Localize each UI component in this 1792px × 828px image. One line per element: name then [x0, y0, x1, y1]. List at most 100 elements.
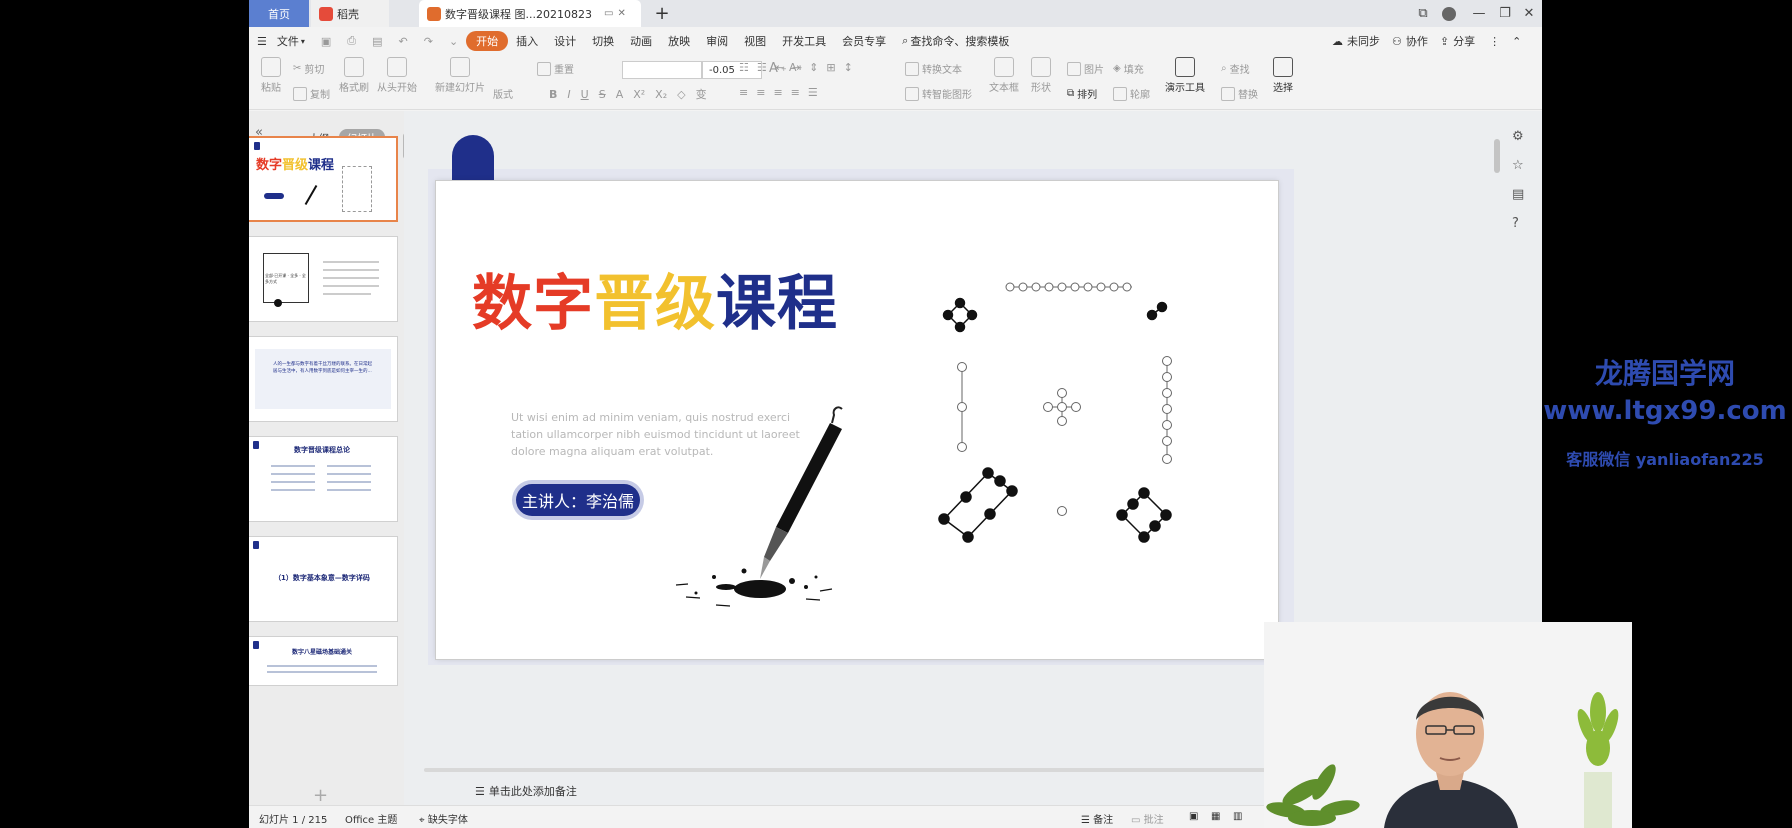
sort-icon[interactable]: ↕ [844, 61, 853, 74]
comments-toggle[interactable]: ▭ 批注 [1131, 811, 1164, 826]
cloud-icon[interactable]: ☁ [1332, 35, 1343, 48]
menu-tab-developer[interactable]: 开发工具 [774, 31, 834, 51]
format-painter-button[interactable]: 格式刷 [339, 57, 369, 94]
font-color-icon[interactable]: A [616, 88, 624, 101]
close-tab-icon[interactable]: ✕ [617, 8, 625, 19]
slides-icon[interactable]: ▤ [1512, 187, 1524, 202]
theme-name[interactable]: Office 主题 [345, 811, 397, 826]
help-icon[interactable]: ? [1512, 216, 1524, 231]
properties-icon[interactable]: ⚙ [1512, 129, 1524, 144]
menu-tab-member[interactable]: 会员专享 [834, 31, 894, 51]
command-search[interactable]: ⌕ 查找命令、搜索模板 [894, 31, 1017, 51]
reading-view-icon[interactable]: ▥ [1233, 811, 1242, 822]
list-bullets-icon[interactable]: ☷ [739, 61, 749, 74]
align-center-icon[interactable]: ≡ [756, 86, 765, 99]
minimize-icon[interactable]: — [1465, 0, 1493, 27]
missing-font-button[interactable]: ⌖ 缺失字体 [419, 811, 468, 826]
share-label[interactable]: 分享 [1453, 33, 1475, 49]
slide-thumbnail-1[interactable]: 数字晋级课程 [249, 136, 398, 222]
subscript-icon[interactable]: X₂ [655, 88, 667, 101]
align-left-icon[interactable]: ≡ [739, 86, 748, 99]
undo-icon[interactable]: ↶ [391, 31, 416, 51]
hamburger-menu-icon[interactable]: ☰ [249, 31, 269, 51]
slide-thumbnail-4[interactable]: 数字晋级课程总论 [249, 436, 398, 522]
layout-button[interactable]: 版式 [493, 86, 513, 101]
slide-canvas[interactable]: 数字晋级课程 Ut wisi enim ad minim veniam, qui… [436, 181, 1278, 659]
bold-icon[interactable]: B [549, 88, 557, 101]
align-right-icon[interactable]: ≡ [773, 86, 782, 99]
fill-button[interactable]: ◈ 填充 [1113, 61, 1144, 76]
italic-icon[interactable]: I [567, 88, 570, 101]
share-icon[interactable]: ⇪ [1440, 35, 1449, 48]
slide-thumbnail-5[interactable]: （1）数字基本象意—数字详码 [249, 536, 398, 622]
cut-button[interactable]: ✂ 剪切 [293, 61, 324, 76]
copy-button[interactable]: 复制 [293, 86, 330, 101]
menu-tab-home[interactable]: 开始 [466, 31, 509, 51]
close-window-icon[interactable]: ✕ [1515, 0, 1542, 27]
more-icon[interactable]: ⋮ [1489, 35, 1500, 48]
arrange-button[interactable]: ⧉ 排列 [1067, 86, 1097, 101]
from-start-button[interactable]: 从头开始 [377, 57, 417, 94]
superscript-icon[interactable]: X² [633, 88, 645, 101]
picture-button[interactable]: 图片 [1067, 61, 1104, 76]
tab-home[interactable]: 首页 [249, 0, 309, 27]
normal-view-icon[interactable]: ▣ [1189, 811, 1198, 822]
indent-decrease-icon[interactable]: ⇤ [775, 61, 784, 74]
speaker-badge[interactable]: 主讲人：李治儒 [516, 484, 641, 516]
notes-toggle[interactable]: ☰ 备注 [1081, 811, 1113, 826]
window-layout-icon[interactable]: ⧉ [1409, 0, 1437, 27]
collab-label[interactable]: 协作 [1406, 33, 1428, 49]
distribute-icon[interactable]: ☰ [808, 86, 818, 99]
customize-icon[interactable]: ⌄ [441, 31, 466, 51]
strikethrough-icon[interactable]: S [599, 88, 606, 101]
slide-title[interactable]: 数字晋级课程 [472, 255, 838, 342]
reset-button[interactable]: 重置 [537, 61, 574, 76]
slide-thumbnail-6[interactable]: 数字八星磁场基础通关 [249, 636, 398, 686]
line-spacing-icon[interactable]: ⇕ [809, 61, 818, 74]
new-tab-button[interactable]: + [649, 0, 675, 27]
collapse-ribbon-icon[interactable]: ⌃ [1512, 35, 1521, 48]
font-name-input[interactable] [622, 61, 702, 79]
text-direction-icon[interactable]: ⊞ [826, 61, 835, 74]
preview-icon[interactable]: ▤ [364, 31, 390, 51]
menu-file[interactable]: 文件 ▾ [269, 31, 313, 51]
avatar[interactable] [1435, 0, 1463, 27]
select-button[interactable]: 选择 [1273, 57, 1293, 94]
animation-icon[interactable]: ☆ [1512, 158, 1524, 173]
tab-document[interactable]: 数字晋级课程 图...20210823 ▭ ✕ [419, 0, 641, 27]
menu-tab-design[interactable]: 设计 [546, 31, 584, 51]
menu-tab-slideshow[interactable]: 放映 [660, 31, 698, 51]
sorter-view-icon[interactable]: ▦ [1211, 811, 1220, 822]
justify-icon[interactable]: ≡ [791, 86, 800, 99]
tab-daoke[interactable]: 稻壳 [311, 0, 389, 27]
notes-placeholder[interactable]: ☰ 单击此处添加备注 [475, 783, 577, 799]
replace-button[interactable]: 替换 [1221, 86, 1258, 101]
textbox-button[interactable]: 文本框 [989, 57, 1019, 94]
to-smartart-button[interactable]: 转智能图形 [905, 86, 972, 101]
list-numbers-icon[interactable]: ☷ [757, 61, 767, 74]
menu-tab-insert[interactable]: 插入 [508, 31, 546, 51]
menu-tab-transition[interactable]: 切换 [584, 31, 622, 51]
collab-icon[interactable]: ⚇ [1392, 35, 1402, 48]
new-slide-button[interactable]: 新建幻灯片 [435, 57, 485, 94]
paste-button[interactable]: 粘贴 [261, 57, 281, 94]
find-button[interactable]: ⌕ 查找 [1221, 61, 1250, 76]
indent-increase-icon[interactable]: ⇥ [792, 61, 801, 74]
menu-tab-review[interactable]: 审阅 [698, 31, 736, 51]
shape-button[interactable]: 形状 [1031, 57, 1051, 94]
slide-thumbnail-3[interactable]: 人的一生都与数字有着千丝万缕的联系。在日常起居与生活中，有人用数字到底是如何主宰… [249, 336, 398, 422]
sync-label[interactable]: 未同步 [1347, 33, 1380, 49]
char-spacing-icon[interactable]: 变 [696, 86, 707, 102]
outline-button[interactable]: 轮廓 [1113, 86, 1150, 101]
print-icon[interactable]: ⎙ [339, 31, 364, 51]
redo-icon[interactable]: ↷ [416, 31, 441, 51]
add-slide-icon[interactable]: + [313, 785, 328, 806]
menu-tab-animation[interactable]: 动画 [622, 31, 660, 51]
menu-tab-view[interactable]: 视图 [736, 31, 774, 51]
to-text-button[interactable]: 转换文本 [905, 61, 962, 76]
underline-icon[interactable]: U [581, 88, 589, 101]
screen-icon[interactable]: ▭ [604, 8, 613, 19]
save-icon[interactable]: ▣ [313, 31, 339, 51]
demo-tools-button[interactable]: 演示工具 [1165, 57, 1205, 94]
slide-thumbnail-2[interactable]: 全部·已开课 · 全多 · 全多方式 [249, 236, 398, 322]
